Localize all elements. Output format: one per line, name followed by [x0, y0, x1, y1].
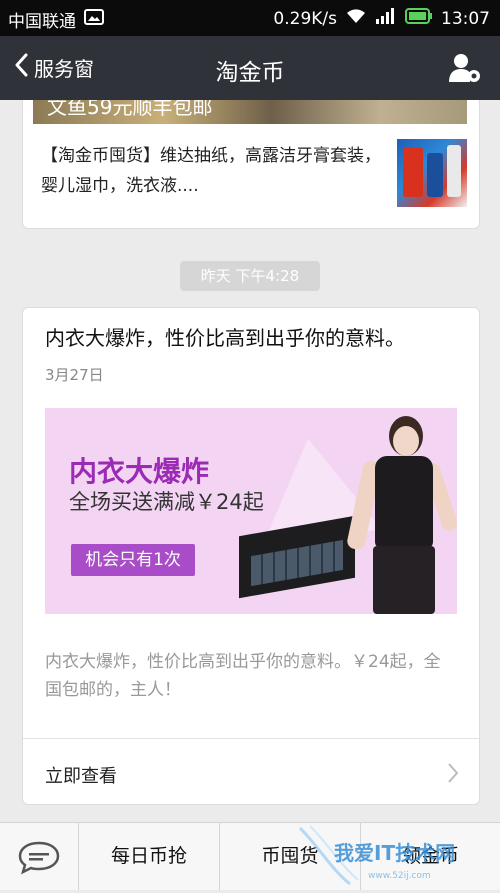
banner-image: 文鱼59元顺丰包邮	[33, 100, 467, 124]
divider	[23, 738, 479, 739]
bottom-menu: 每日币抢 币囤货 领金币	[0, 822, 500, 890]
article-card[interactable]: 文鱼59元顺丰包邮 【淘金币囤货】维达抽纸，高露洁牙膏套装，婴儿湿巾，洗衣液..…	[22, 100, 480, 229]
image-notification-icon	[84, 9, 104, 30]
article-card[interactable]: 内衣大爆炸，性价比高到出乎你的意料。 3月27日 内衣大爆炸 全场买送满减￥24…	[22, 307, 480, 805]
menu-item-daily-grab[interactable]: 每日币抢	[79, 823, 220, 890]
user-settings-icon	[449, 54, 480, 82]
product-thumbnail	[397, 139, 467, 207]
nav-bar: 服务窗 淘金币	[0, 36, 500, 100]
article-description: 内衣大爆炸，性价比高到出乎你的意料。￥24起，全国包邮的，主人！	[45, 652, 441, 700]
battery-icon	[405, 8, 433, 29]
message-feed: 文鱼59元顺丰包邮 【淘金币囤货】维达抽纸，高露洁牙膏套装，婴儿湿巾，洗衣液..…	[0, 100, 500, 822]
promo-title: 内衣大爆炸	[69, 455, 210, 488]
carrier-label: 中国联通	[8, 12, 76, 32]
article-title: 内衣大爆炸，性价比高到出乎你的意料。	[45, 326, 405, 350]
page-title: 淘金币	[215, 60, 285, 86]
menu-item-claim-coins[interactable]: 领金币	[361, 823, 500, 890]
message-timestamp: 昨天 下午4:28	[180, 261, 320, 291]
promo-subtitle: 全场买送满减￥24起	[69, 490, 264, 514]
chat-bubble-icon	[17, 839, 61, 879]
signal-icon	[375, 7, 397, 30]
wifi-icon	[345, 7, 367, 30]
promo-image[interactable]: 内衣大爆炸 全场买送满减￥24起 机会只有1次	[45, 408, 457, 614]
chevron-right-icon	[447, 762, 459, 789]
product-box-image	[239, 515, 355, 599]
article-summary: 【淘金币囤货】维达抽纸，高露洁牙膏套装，婴儿湿巾，洗衣液....	[41, 146, 381, 196]
menu-item-stockup[interactable]: 币囤货	[220, 823, 361, 890]
promo-badge: 机会只有1次	[71, 544, 195, 576]
clock: 13:07	[441, 8, 490, 29]
account-settings-button[interactable]	[448, 52, 482, 88]
network-speed: 0.29K/s	[273, 8, 337, 29]
status-bar: 中国联通 0.29K/s 13:07	[0, 0, 500, 36]
keyboard-toggle-button[interactable]	[0, 823, 79, 890]
article-date: 3月27日	[45, 366, 104, 384]
banner-text: 文鱼59元顺丰包邮	[47, 100, 213, 119]
model-image	[345, 416, 457, 614]
view-now-link[interactable]: 立即查看	[45, 762, 117, 788]
